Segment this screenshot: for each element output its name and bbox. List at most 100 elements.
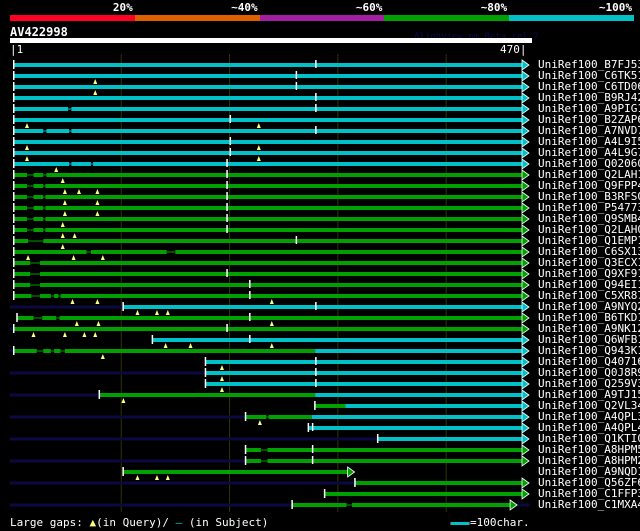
alignment-segment	[14, 239, 522, 243]
match-marker	[295, 71, 298, 79]
match-marker	[315, 104, 317, 112]
alignment-start-tick	[13, 82, 15, 91]
subject-gap-line	[33, 317, 43, 319]
alignment-segment	[377, 437, 522, 441]
alignment-segment	[14, 195, 522, 199]
alignment-segment	[315, 393, 522, 397]
match-marker	[311, 445, 314, 453]
subject-gap-line	[86, 251, 91, 253]
query-gap-triangle-icon	[24, 145, 29, 150]
alignment-start-tick	[244, 412, 247, 421]
subject-gap-line	[50, 350, 55, 352]
alignment-segment	[14, 107, 522, 111]
match-marker	[226, 181, 228, 189]
query-gap-triangle-icon	[62, 189, 67, 194]
subject-gap-line	[43, 174, 47, 176]
query-gap-triangle-icon	[54, 167, 59, 172]
alignment-start-tick	[204, 357, 207, 366]
scale-bar-icon	[450, 521, 470, 525]
alignment-start-tick	[13, 236, 15, 245]
alignment-start-tick	[13, 148, 15, 157]
alignment-segment	[14, 129, 522, 133]
alignment-end-arrow-icon	[521, 422, 530, 434]
alignment-end-arrow-icon	[509, 499, 518, 511]
query-gap-triangle-icon	[100, 354, 105, 359]
query-gap-triangle-icon	[269, 299, 274, 304]
legend-label: Large gaps:	[10, 516, 83, 529]
match-marker	[295, 236, 298, 244]
alignment-end-arrow-icon	[521, 389, 530, 401]
unaligned-region	[9, 437, 378, 441]
query-gap-triangle-icon	[24, 156, 29, 161]
query-gap-triangle-icon	[93, 79, 98, 84]
alignment-end-arrow-icon	[521, 411, 530, 423]
match-marker	[226, 203, 228, 211]
query-gap-triangle-icon	[121, 398, 126, 403]
alignment-start-tick	[98, 390, 101, 399]
query-gap-triangle-icon	[95, 189, 100, 194]
alignment-start-tick	[204, 379, 207, 388]
alignment-segment	[17, 316, 522, 320]
query-gap-triangle-icon	[219, 387, 224, 392]
query-gap-triangle-icon	[269, 343, 274, 348]
subject-gap-line	[30, 273, 40, 275]
alignment-end-arrow-icon	[521, 213, 530, 225]
query-gap-triangle-icon	[256, 145, 261, 150]
subject-gap-dash-icon: —	[175, 516, 183, 529]
subject-gap-line	[43, 185, 46, 187]
query-gap-triangle-icon	[219, 376, 224, 381]
match-marker	[229, 148, 232, 156]
subject-gap-line	[43, 229, 46, 231]
alignment-end-arrow-icon	[521, 488, 530, 500]
unaligned-region	[9, 503, 293, 507]
match-marker	[249, 291, 251, 299]
alignment-end-arrow-icon	[521, 235, 530, 247]
alignment-end-arrow-icon	[521, 158, 530, 170]
alignment-end-arrow-icon	[521, 191, 530, 203]
query-gap-triangle-icon	[95, 200, 100, 205]
alignment-segment	[14, 151, 522, 155]
alignment-end-arrow-icon	[521, 246, 530, 258]
alignment-start-tick	[13, 60, 15, 69]
match-marker	[249, 280, 251, 288]
subject-gap-line	[60, 350, 65, 352]
query-gap-triangle-icon	[82, 332, 87, 337]
subject-gap-line	[50, 295, 55, 297]
alignment-end-arrow-icon	[521, 224, 530, 236]
alignment-end-arrow-icon	[521, 279, 530, 291]
query-gap-triangle-icon	[71, 255, 76, 260]
subject-gap-line	[26, 229, 34, 231]
match-marker	[226, 324, 228, 332]
subject-gap-line	[346, 504, 352, 506]
alignment-segment	[245, 415, 312, 419]
alignment-segment	[14, 327, 522, 331]
subject-gap-line	[28, 240, 44, 242]
alignment-segment	[14, 85, 522, 89]
alignment-segment	[308, 426, 522, 430]
alignment-segment	[14, 272, 522, 276]
alignment-segment	[205, 360, 522, 364]
alignment-segment	[123, 470, 348, 474]
query-gap-triangle-icon	[60, 178, 65, 183]
alignment-end-arrow-icon	[521, 444, 530, 456]
alignment-end-arrow-icon	[521, 477, 530, 489]
hit-label[interactable]: UniRef100_C1MXA4	[538, 499, 640, 510]
match-marker	[226, 192, 228, 200]
alignment-segment	[14, 206, 522, 210]
alignment-segment	[123, 305, 523, 309]
match-marker	[226, 159, 228, 167]
alignment-end-arrow-icon	[521, 59, 530, 71]
subject-gap-label: (in Subject)	[188, 516, 269, 529]
alignment-start-tick	[244, 445, 247, 454]
query-gap-triangle-icon	[269, 321, 274, 326]
alignment-segment	[245, 459, 523, 463]
alignment-start-tick	[13, 181, 15, 190]
unaligned-region	[9, 415, 246, 419]
alignment-end-arrow-icon	[521, 81, 530, 93]
alignment-end-arrow-icon	[521, 378, 530, 390]
query-gap-triangle-icon	[70, 299, 75, 304]
alignment-segment	[14, 217, 522, 221]
query-gap-triangle-icon	[135, 310, 140, 315]
alignment-segment	[324, 492, 522, 496]
alignment-start-tick	[13, 137, 15, 146]
